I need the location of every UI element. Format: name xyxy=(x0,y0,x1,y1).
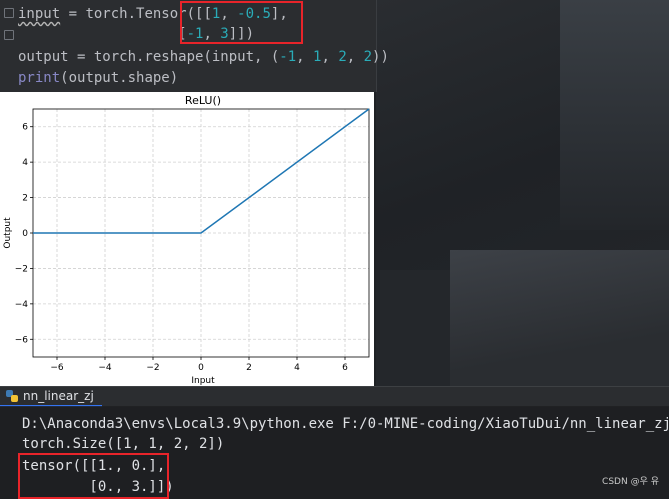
code-line-4[interactable]: print(output.shape) xyxy=(18,68,178,88)
x-axis-label: Input xyxy=(191,376,215,386)
console-line: torch.Size([1, 1, 2, 2]) xyxy=(22,436,225,452)
y-tick-label: −2 xyxy=(15,264,28,274)
x-tick-label: 4 xyxy=(294,363,300,373)
x-tick-label: −4 xyxy=(98,363,112,373)
highlight-box xyxy=(18,453,169,499)
python-icon xyxy=(6,390,18,402)
x-tick-label: 2 xyxy=(246,363,252,373)
x-tick-label: 0 xyxy=(198,363,204,373)
y-tick-label: 4 xyxy=(22,158,28,168)
relu-plot: ReLU() Input Output −6 −4 −2 0 2 4 6 −6 −4 −2 0 2 4 6 xyxy=(0,92,374,386)
console-output[interactable]: D:\Anaconda3\envs\Local3.9\python.exe F:… xyxy=(0,406,669,499)
code-editor[interactable]: input = torch.Tensor([[1, -0.5], [-1, 3]… xyxy=(0,0,389,92)
chart-svg: ReLU() Input Output −6 −4 −2 0 2 4 6 −6 −4 −2 0 2 4 6 xyxy=(3,94,370,386)
run-panel-header: nn_linear_zj xyxy=(0,386,669,407)
run-tab[interactable]: nn_linear_zj xyxy=(0,387,102,407)
fold-icon[interactable] xyxy=(4,30,14,40)
run-tab-label: nn_linear_zj xyxy=(23,389,94,403)
chart-title: ReLU() xyxy=(185,94,221,107)
fold-icon[interactable] xyxy=(4,8,14,18)
console-line: D:\Anaconda3\envs\Local3.9\python.exe F:… xyxy=(22,416,669,432)
y-tick-label: 2 xyxy=(22,194,28,204)
y-tick-label: −6 xyxy=(15,335,29,345)
y-tick-label: 0 xyxy=(22,229,28,239)
x-tick-label: −2 xyxy=(146,363,159,373)
watermark: CSDN @우 유 xyxy=(602,477,659,487)
x-tick-label: −6 xyxy=(50,363,64,373)
highlight-box xyxy=(180,1,303,44)
y-tick-label: 6 xyxy=(22,123,28,133)
y-axis-label: Output xyxy=(3,217,13,249)
x-tick-label: 6 xyxy=(342,363,348,373)
code-line-3[interactable]: output = torch.reshape(input, (-1, 1, 2,… xyxy=(18,47,389,67)
y-tick-label: −4 xyxy=(15,300,29,310)
